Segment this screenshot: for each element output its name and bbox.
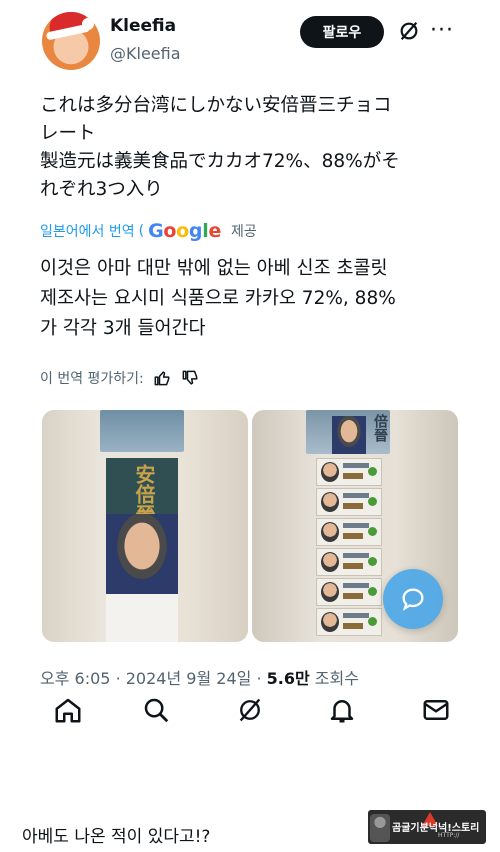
translation-attribution: 일본어에서 번역 ( Google 제공 bbox=[40, 220, 257, 242]
post-translated-line: 이것은 아마 대만 밖에 없는 아베 신조 초콜릿 bbox=[40, 258, 388, 279]
avatar[interactable] bbox=[42, 12, 100, 70]
display-name[interactable]: Kleefia bbox=[110, 16, 176, 36]
thumbs-up-icon[interactable] bbox=[152, 368, 172, 388]
post-translated-line: 제조사는 요시미 식품으로 카카오 72%, 88% bbox=[40, 288, 396, 309]
google-logo: Google bbox=[148, 220, 222, 242]
grok-tab[interactable] bbox=[230, 690, 270, 730]
post-original-line: 製造元は義美食品でカカオ72%、88%がそ bbox=[40, 151, 400, 172]
chocolate-bar bbox=[316, 578, 382, 606]
grok-icon[interactable] bbox=[398, 20, 420, 42]
home-tab[interactable] bbox=[48, 690, 88, 730]
character-icon bbox=[370, 814, 390, 842]
watermark-text: 곰굴기분넉넉!스토리 bbox=[392, 823, 480, 834]
provided-by-label: 제공 bbox=[231, 224, 257, 240]
chocolate-bar bbox=[316, 518, 382, 546]
chocolate-bar bbox=[316, 488, 382, 516]
messages-tab[interactable] bbox=[416, 690, 456, 730]
chocolate-bar bbox=[316, 608, 382, 636]
post-photo-left[interactable]: 安倍晉三 bbox=[42, 410, 248, 642]
site-watermark: 곰굴기분넉넉!스토리 HTTP:// bbox=[368, 810, 486, 844]
rate-translation-label: 이 번역 평가하기: bbox=[40, 371, 144, 387]
rate-translation: 이 번역 평가하기: bbox=[40, 368, 200, 388]
post-translated-line: 가 각각 3개 들어간다 bbox=[40, 318, 206, 339]
chat-bubble-icon bbox=[402, 588, 424, 611]
image-caption: 아베도 나온 적이 있다고!? bbox=[22, 827, 211, 847]
box-white-panel bbox=[106, 594, 178, 642]
chocolate-bar bbox=[316, 458, 382, 486]
translated-from-link[interactable]: 일본어에서 번역 bbox=[40, 221, 135, 241]
post-original-line: これは多分台湾にしかない安倍晋三チョコ bbox=[40, 95, 392, 116]
post-original-line: レート bbox=[40, 123, 96, 144]
bottom-navigation bbox=[30, 660, 475, 748]
watermark-subtext: HTTP:// bbox=[438, 832, 460, 839]
thumbs-down-icon[interactable] bbox=[180, 368, 200, 388]
post-original-line: れぞれ3つ入り bbox=[40, 179, 163, 200]
post-translated-text: 이것은 아마 대만 밖에 없는 아베 신조 초콜릿 제조사는 요시미 식품으로 … bbox=[40, 254, 470, 344]
chocolate-bar bbox=[316, 548, 382, 576]
more-options-icon[interactable]: ··· bbox=[430, 18, 454, 43]
search-tab[interactable] bbox=[136, 690, 176, 730]
chocolate-box-top bbox=[100, 410, 184, 452]
user-handle[interactable]: @Kleefia bbox=[110, 44, 181, 63]
compose-message-button[interactable] bbox=[383, 569, 443, 629]
follow-button[interactable]: 팔로우 bbox=[300, 16, 384, 48]
paren-open: ( bbox=[138, 223, 145, 239]
home-icon bbox=[55, 698, 81, 723]
bell-icon bbox=[330, 700, 354, 723]
envelope-icon bbox=[423, 700, 449, 720]
santa-hat-pom bbox=[82, 18, 94, 30]
notifications-tab[interactable] bbox=[322, 690, 362, 730]
portrait-image bbox=[332, 416, 366, 454]
box-title-text: 倍晉 bbox=[372, 414, 388, 442]
post-original-text: これは多分台湾にしかない安倍晋三チョコ レート 製造元は義美食品でカカオ72%、… bbox=[40, 92, 470, 204]
grok-icon bbox=[239, 698, 261, 722]
search-icon bbox=[144, 698, 169, 723]
portrait-image bbox=[106, 514, 178, 594]
